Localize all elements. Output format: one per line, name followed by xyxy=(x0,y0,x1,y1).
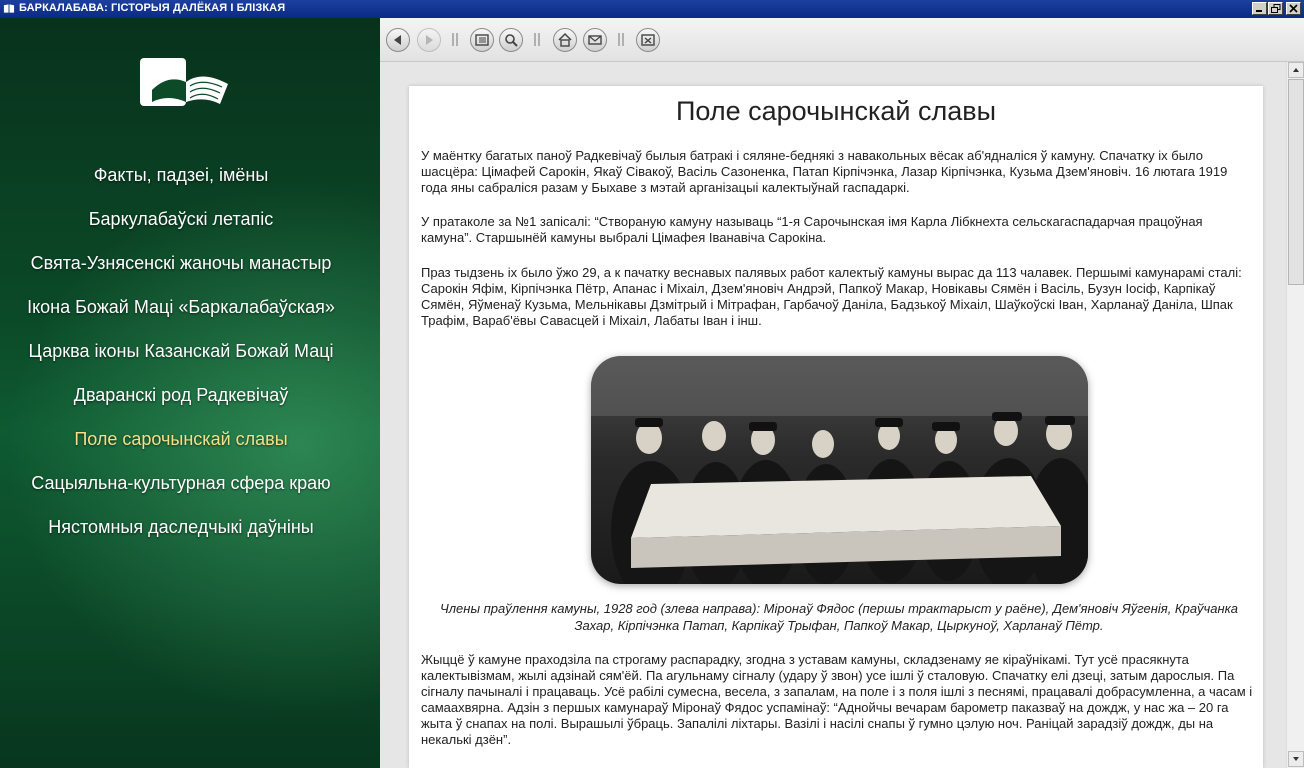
contents-button[interactable] xyxy=(470,28,494,52)
scroll-down-button[interactable] xyxy=(1288,751,1304,767)
scroll-up-button[interactable] xyxy=(1288,62,1304,78)
home-icon xyxy=(558,32,572,47)
article-paragraph: У маёнтку багатых паноў Радкевічаў былыя… xyxy=(421,148,1228,195)
forward-button[interactable] xyxy=(417,28,441,52)
article-paragraph: У пратаколе за №1 запісалі: “Створаную к… xyxy=(421,214,1203,245)
restore-icon xyxy=(1271,4,1281,13)
minimize-button[interactable] xyxy=(1252,2,1267,15)
window-title: БАРКАЛАБАВА: ГІСТОРЫЯ ДАЛЁКАЯ І БЛІЗКАЯ xyxy=(19,2,286,14)
open-book-icon xyxy=(140,58,228,106)
minimize-icon xyxy=(1256,10,1262,12)
exit-icon xyxy=(641,34,655,46)
sidebar-item[interactable]: Поле сарочынскай славы xyxy=(0,424,362,454)
toolbar xyxy=(380,18,1304,62)
article-paragraph: Праз тыдзень іх было ўжо 29, а к пачатку… xyxy=(421,265,1242,328)
mail-button[interactable] xyxy=(583,28,607,52)
sidebar-item[interactable]: Нястомныя даследчыкі даўніны xyxy=(0,512,362,542)
back-icon xyxy=(394,35,401,45)
group-photo-illustration xyxy=(591,356,1088,584)
chevron-down-icon xyxy=(1293,757,1299,761)
home-button[interactable] xyxy=(553,28,577,52)
contents-icon xyxy=(475,34,489,46)
close-icon xyxy=(1289,4,1298,13)
app-book-icon xyxy=(3,4,15,13)
sidebar-item[interactable]: Ікона Божай Маці «Баркалабаўская» xyxy=(0,292,362,322)
sidebar-item[interactable]: Свята-Узнясенскі жаночы манастыр xyxy=(0,248,362,278)
sidebar-item[interactable]: Факты, падзеі, імёны xyxy=(0,160,362,190)
article-page: Поле сарочынскай славы У маёнтку багатых… xyxy=(409,86,1263,768)
sidebar-item[interactable]: Сацыяльна-культурная сфера краю xyxy=(0,468,362,498)
toolbar-separator xyxy=(618,33,624,46)
sidebar: Факты, падзеі, імёны Баркулабаўскі летапі… xyxy=(0,18,380,768)
close-button[interactable] xyxy=(1286,2,1301,15)
article-paragraph: Жыццё ў камуне праходзіла па строгаму ра… xyxy=(421,652,1253,747)
search-icon xyxy=(505,34,518,47)
search-button[interactable] xyxy=(499,28,523,52)
historical-group-photo xyxy=(591,356,1088,584)
photo-caption: Члены праўлення камуны, 1928 год (злева … xyxy=(439,601,1239,633)
toolbar-separator xyxy=(452,33,458,46)
sidebar-item[interactable]: Царква іконы Казанскай Божай Маці xyxy=(0,336,362,366)
toolbar-separator xyxy=(534,33,540,46)
restore-button[interactable] xyxy=(1268,2,1283,15)
exit-button[interactable] xyxy=(636,28,660,52)
scroll-thumb[interactable] xyxy=(1288,79,1304,285)
page-title: Поле сарочынскай славы xyxy=(676,96,996,126)
back-button[interactable] xyxy=(386,28,410,52)
vertical-scrollbar[interactable] xyxy=(1286,62,1304,768)
sidebar-item[interactable]: Дваранскі род Радкевічаў xyxy=(0,380,362,410)
mail-icon xyxy=(588,35,602,45)
window-title-bar: БАРКАЛАБАВА: ГІСТОРЫЯ ДАЛЁКАЯ І БЛІЗКАЯ xyxy=(0,0,1304,18)
sidebar-item[interactable]: Баркулабаўскі летапіс xyxy=(0,204,362,234)
forward-icon xyxy=(426,35,433,45)
chevron-up-icon xyxy=(1293,68,1299,72)
